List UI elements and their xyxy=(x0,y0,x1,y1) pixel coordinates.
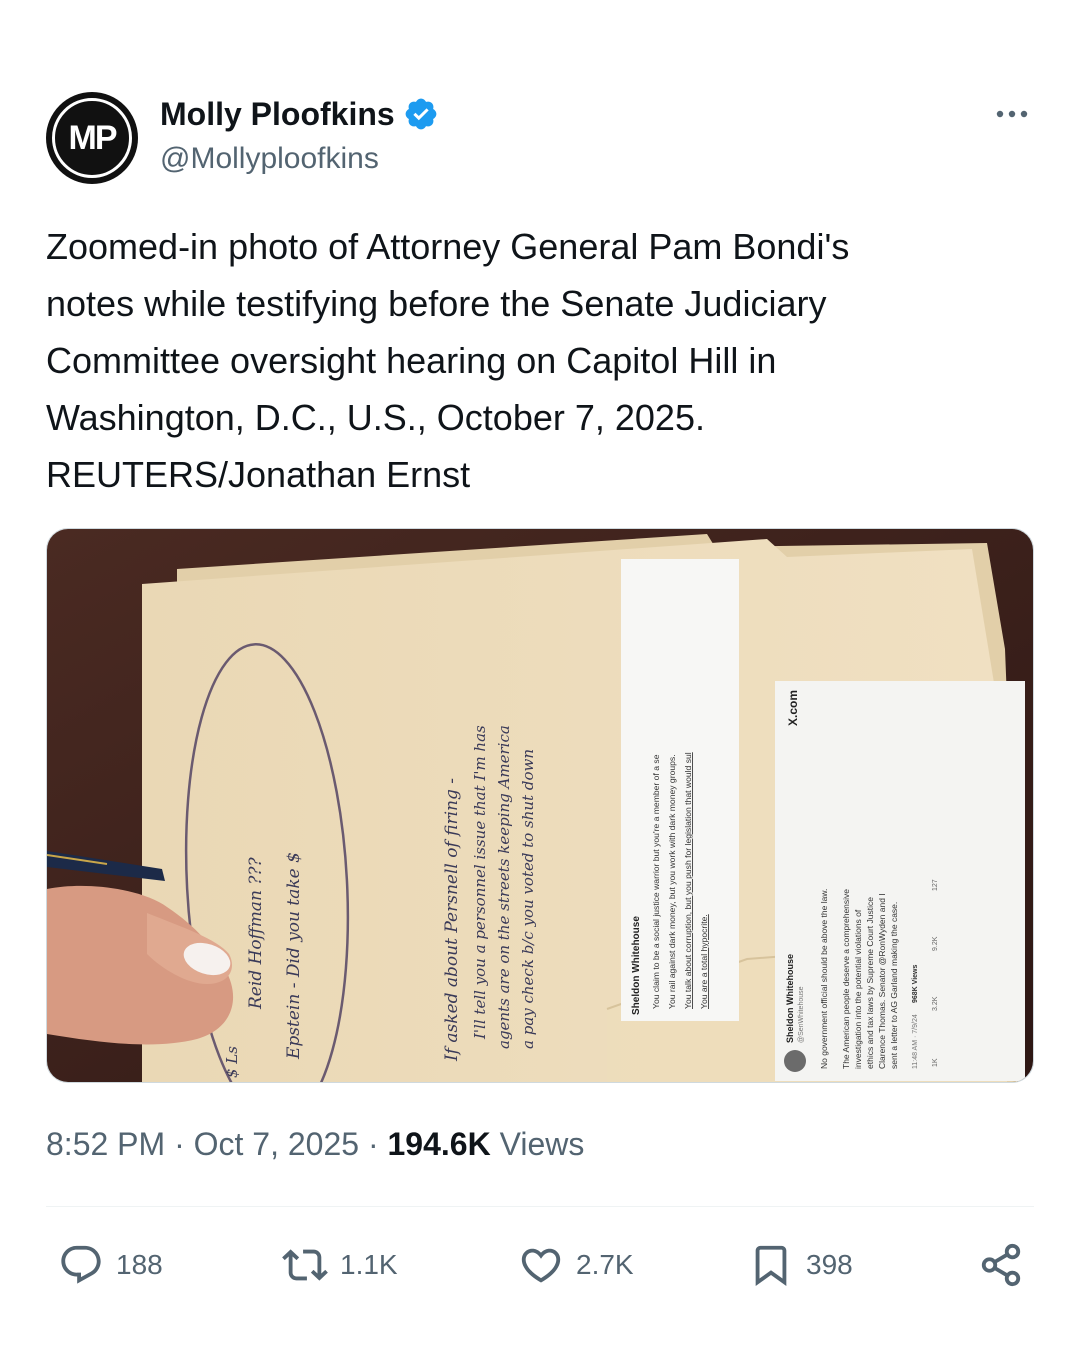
share-button[interactable] xyxy=(978,1240,1024,1290)
printout-tweet-body: investigation into the potential violati… xyxy=(853,909,863,1069)
printout-tweet-views: 968K Views xyxy=(912,964,919,1003)
verified-badge-icon xyxy=(405,98,437,130)
repost-button[interactable]: 1.1K xyxy=(282,1240,398,1290)
bookmark-button[interactable]: 398 xyxy=(748,1240,853,1290)
author-display-name[interactable]: Molly Ploofkins xyxy=(160,94,395,134)
printout-bullet: You are a total hypocrite. xyxy=(699,914,709,1009)
divider xyxy=(46,1206,1034,1207)
avatar-initials: MP xyxy=(68,118,118,157)
printout-tweet-stamp: 11:48 AM · 7/9/24 xyxy=(912,1014,919,1069)
like-count: 2.7K xyxy=(576,1249,634,1280)
printout-stat: 127 xyxy=(932,879,939,891)
meta-separator: · xyxy=(174,1126,194,1162)
printout-tweet-body: Clarence Thomas. Senator @RonWyden and I xyxy=(877,893,887,1069)
handwriting-edge: $ Ls xyxy=(223,1046,241,1078)
share-icon xyxy=(981,1243,1021,1287)
printout-tweet-name: Sheldon Whitehouse xyxy=(785,954,795,1043)
views-count: 194.6K xyxy=(387,1126,491,1162)
meta-separator: · xyxy=(367,1126,388,1162)
printout-stat: 3.2K xyxy=(932,996,939,1011)
tweet-photo[interactable]: Sheldon Whitehouse @SenWhitehouse X.com … xyxy=(46,528,1034,1083)
printout-tweet-body: The American people deserve a comprehens… xyxy=(841,889,851,1069)
like-icon xyxy=(521,1248,561,1283)
views-label: Views xyxy=(499,1126,585,1162)
reply-icon xyxy=(61,1245,101,1284)
whitehouse-printout: Sheldon Whitehouse You claim to be a soc… xyxy=(621,559,739,1021)
tweet-text: Zoomed-in photo of Attorney General Pam … xyxy=(46,226,850,495)
bookmark-icon xyxy=(755,1245,787,1286)
action-bar: 188 1.1K 2.7K 398 xyxy=(58,1240,1024,1290)
tweet-meta: 8:52 PM · Oct 7, 2025 · 194.6K Views xyxy=(46,1122,584,1166)
tweet-date[interactable]: Oct 7, 2025 xyxy=(194,1126,359,1162)
printout-bullet: You claim to be a social justice warrior… xyxy=(651,754,661,1009)
printout-tweet-line1: No government official should be above t… xyxy=(819,889,829,1069)
printout-stat: 1K xyxy=(932,1058,939,1067)
printout-tweet-handle: @SenWhitehouse xyxy=(798,986,805,1043)
repost-count: 1.1K xyxy=(340,1249,398,1280)
reply-count: 188 xyxy=(116,1249,163,1280)
more-icon[interactable] xyxy=(994,104,1030,124)
printout-stat: 9.2K xyxy=(932,936,939,951)
bookmark-count: 398 xyxy=(806,1249,853,1280)
reply-button[interactable]: 188 xyxy=(58,1240,163,1290)
handwriting-circled-line: Reid Hoffman ??? xyxy=(246,856,266,1010)
printout-site-label: X.com xyxy=(786,690,800,726)
tweet-time[interactable]: 8:52 PM xyxy=(46,1126,165,1162)
like-button[interactable]: 2.7K xyxy=(518,1240,634,1290)
repost-icon xyxy=(282,1249,328,1281)
handwriting-line: I'll tell you a personnel issue that I'm… xyxy=(471,725,489,1040)
printout-tweet-body: sent a letter to AG Garland making the c… xyxy=(889,902,899,1069)
handwriting-line: a pay check b/c you voted to shut down xyxy=(519,749,537,1049)
avatar[interactable]: MP xyxy=(46,92,138,184)
photo-illustration: Sheldon Whitehouse @SenWhitehouse X.com … xyxy=(47,529,1033,1082)
avatar-ring: MP xyxy=(52,98,132,178)
handwriting-line: agents are on the streets keeping Americ… xyxy=(495,725,513,1049)
handwriting-line: If asked about Persnell of firing - xyxy=(442,778,462,1062)
printout-tweet-body: ethics and tax laws by Supreme Court Jus… xyxy=(865,897,875,1069)
printout-bullet: You rail against dark money, but you wor… xyxy=(667,754,677,1009)
printout-bullet: You talk about corruption, but you push … xyxy=(683,752,693,1009)
tweet-printout: Sheldon Whitehouse @SenWhitehouse X.com … xyxy=(775,681,1025,1081)
author-handle[interactable]: @Mollyploofkins xyxy=(160,140,379,178)
printout-main-name: Sheldon Whitehouse xyxy=(631,916,642,1015)
author-name-row[interactable]: Molly Ploofkins xyxy=(160,94,439,134)
handwriting-circled-line: Epstein - Did you take $ xyxy=(284,852,304,1060)
